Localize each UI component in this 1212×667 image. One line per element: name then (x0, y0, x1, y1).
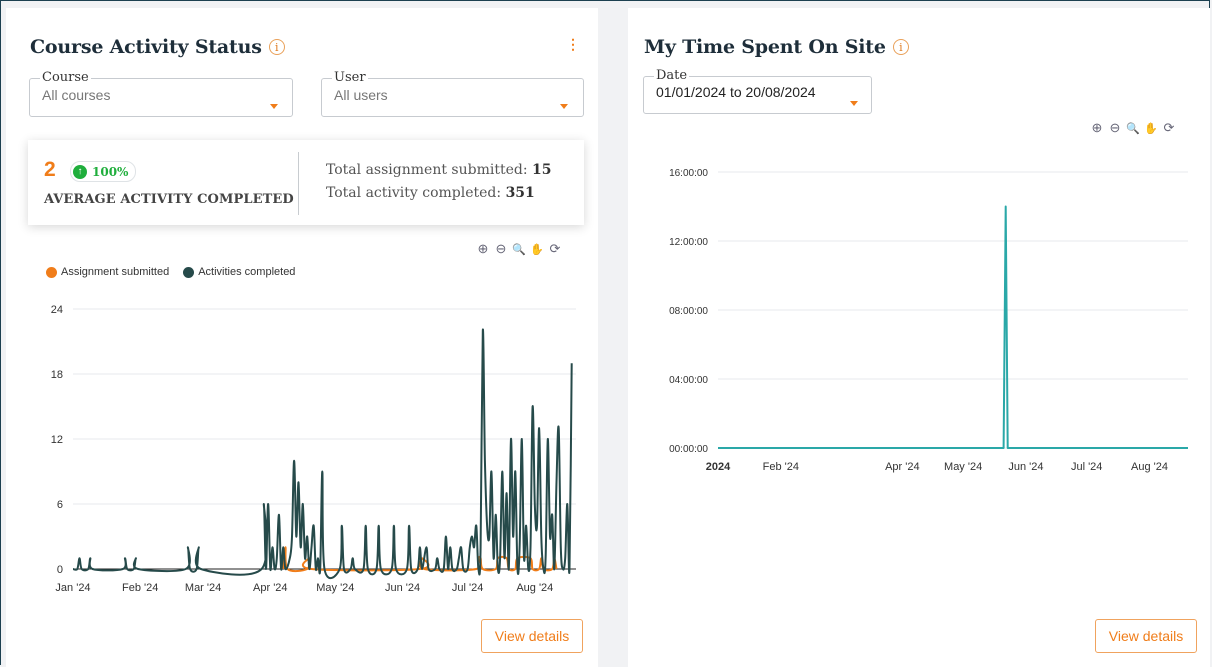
info-icon[interactable]: i (268, 39, 285, 55)
y-tick-label: 08:00:00 (669, 306, 708, 317)
y-tick-label: 24 (51, 304, 63, 316)
zoom-in-icon[interactable]: ⊕ (1090, 120, 1104, 135)
course-select-label: Course (42, 70, 89, 85)
zoom-icon[interactable]: 🔍 (512, 242, 526, 256)
time-spent-title: My Time Spent On Site (644, 36, 886, 58)
chart-toolbar: ⊕ ⊖ 🔍 ✋ ⟳ (476, 241, 562, 256)
legend-label: Activities completed (198, 266, 296, 278)
chevron-down-icon (270, 104, 278, 109)
assignment-submitted-value: 15 (532, 162, 552, 178)
pan-icon[interactable]: ✋ (1144, 121, 1158, 135)
course-select-value: All courses (42, 87, 111, 103)
divider (298, 152, 299, 215)
completion-badge: ↑ 100% (70, 161, 137, 182)
activity-completed-stat: Total activity completed: 351 (326, 185, 535, 201)
y-tick-label: 04:00:00 (669, 375, 708, 386)
y-tick-label: 16:00:00 (669, 168, 708, 179)
y-tick-label: 6 (57, 499, 63, 511)
y-tick-label: 18 (51, 369, 63, 381)
pan-icon[interactable]: ✋ (530, 242, 544, 256)
x-tick-label: Feb '24 (763, 461, 799, 473)
course-activity-title-row: Course Activity Status i (30, 36, 285, 58)
x-tick-label: Aug '24 (1131, 461, 1168, 473)
x-tick-label: Apr '24 (885, 461, 920, 473)
x-tick-label: 2024 (706, 461, 731, 473)
zoom-out-icon[interactable]: ⊖ (1108, 120, 1122, 135)
x-tick-label: Apr '24 (253, 582, 288, 594)
time-spent-chart[interactable]: 00:00:00 04:00:00 08:00:00 12:00:00 16:00:00… (628, 150, 1208, 490)
legend-item-assignment[interactable]: Assignment submitted (46, 266, 169, 278)
completion-percent: 100% (92, 164, 129, 179)
date-select-label: Date (656, 68, 688, 83)
x-tick-label: Mar '24 (185, 582, 221, 594)
x-tick-label: Feb '24 (122, 582, 158, 594)
chevron-down-icon (560, 104, 568, 109)
zoom-out-icon[interactable]: ⊖ (494, 241, 508, 256)
user-select[interactable]: User All users (321, 70, 584, 117)
time-spent-title-row: My Time Spent On Site i (644, 36, 909, 58)
more-options-icon[interactable]: ⋮ (566, 36, 580, 53)
reset-icon[interactable]: ⟳ (1162, 120, 1176, 135)
user-select-value: All users (334, 87, 388, 103)
x-tick-label: Jul '24 (452, 582, 483, 594)
x-tick-label: May '24 (944, 461, 982, 473)
activity-completed-value: 351 (505, 185, 535, 201)
x-tick-label: Jun '24 (385, 582, 420, 594)
x-tick-label: Jun '24 (1008, 461, 1043, 473)
activity-completed-label: Total activity completed: (326, 185, 502, 201)
activity-summary-panel: 2 ↑ 100% AVERAGE ACTIVITY COMPLETED Tota… (28, 140, 584, 225)
legend-dot (46, 266, 57, 278)
legend-dot (183, 266, 195, 278)
chart-toolbar: ⊕ ⊖ 🔍 ✋ ⟳ (1090, 120, 1176, 135)
info-icon[interactable]: i (892, 39, 909, 55)
reset-icon[interactable]: ⟳ (548, 241, 562, 256)
date-range-select[interactable]: Date 01/01/2024 to 20/08/2024 (643, 68, 872, 114)
arrow-up-icon: ↑ (73, 164, 87, 179)
y-tick-label: 12:00:00 (669, 237, 708, 248)
assignment-submitted-stat: Total assignment submitted: 15 (326, 162, 551, 178)
average-activity-value: 2 (44, 158, 56, 181)
legend-label: Assignment submitted (61, 266, 170, 278)
activity-chart[interactable]: 0 6 12 18 24 Jan '24 Feb '24 Mar '24 Apr '24 May … (0, 290, 600, 610)
assignment-submitted-label: Total assignment submitted: (326, 162, 528, 178)
x-tick-label: Jul '24 (1071, 461, 1102, 473)
zoom-in-icon[interactable]: ⊕ (476, 241, 490, 256)
x-tick-label: May '24 (316, 582, 354, 594)
chevron-down-icon (850, 101, 858, 106)
time-spent-series-line[interactable] (718, 205, 1188, 449)
legend-item-activities[interactable]: Activities completed (183, 266, 295, 278)
y-tick-label: 0 (57, 564, 63, 576)
activities-series-line[interactable] (72, 328, 573, 580)
y-tick-label: 12 (51, 434, 63, 446)
view-details-button[interactable]: View details (1095, 619, 1197, 653)
view-details-button[interactable]: View details (481, 619, 583, 653)
y-tick-label: 00:00:00 (669, 444, 708, 455)
zoom-icon[interactable]: 🔍 (1126, 121, 1140, 135)
course-select[interactable]: Course All courses (29, 70, 293, 117)
x-tick-label: Jan '24 (55, 582, 90, 594)
average-activity-label: AVERAGE ACTIVITY COMPLETED (44, 192, 294, 207)
user-select-label: User (334, 70, 366, 85)
course-activity-title: Course Activity Status (30, 36, 262, 58)
x-tick-label: Aug '24 (516, 582, 553, 594)
date-select-value: 01/01/2024 to 20/08/2024 (656, 84, 816, 100)
chart-legend: Assignment submitted Activities complete… (46, 266, 295, 278)
